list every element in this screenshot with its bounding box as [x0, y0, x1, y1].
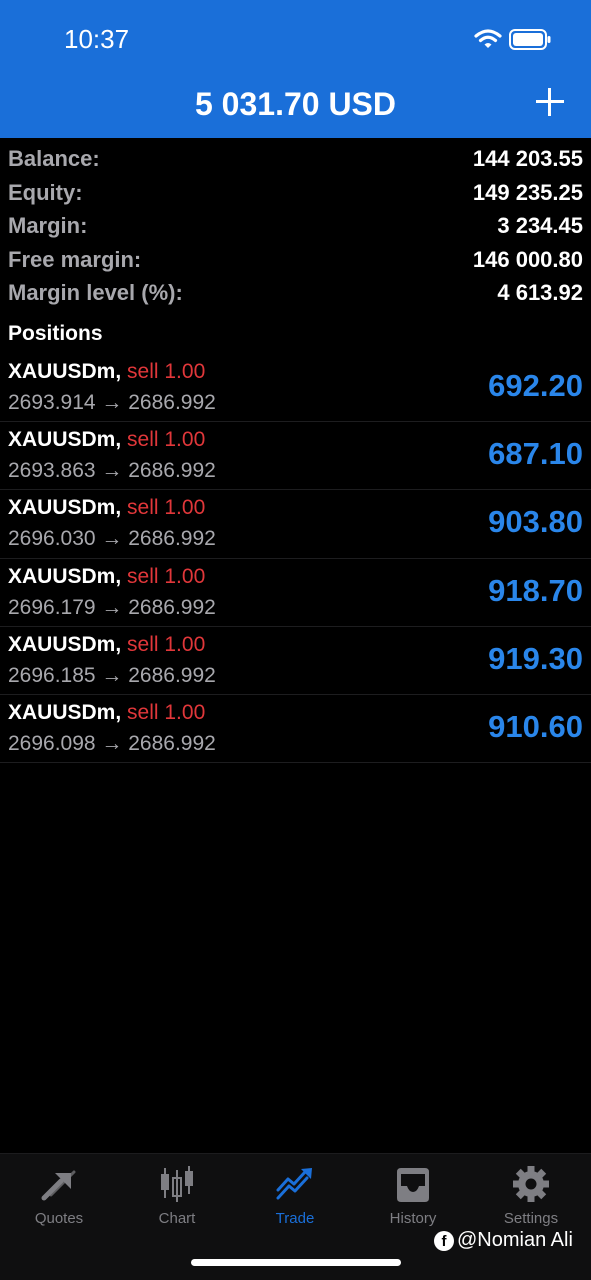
account-balance-title: 5 031.70 USD	[194, 86, 396, 122]
position-row[interactable]: XAUUSDm, sell 1.00 2696.030 → 2686.992 9…	[0, 490, 591, 559]
position-side: sell 1.00	[127, 360, 206, 383]
tab-label: History	[389, 1210, 437, 1227]
chart-icon	[161, 1166, 193, 1202]
summary-label: Equity:	[8, 179, 83, 205]
position-side: sell 1.00	[127, 564, 206, 588]
tab-label: Trade	[275, 1210, 315, 1227]
tab-trade[interactable]: Trade	[236, 1154, 354, 1244]
position-header: XAUUSDm, sell 1.00	[8, 701, 205, 725]
position-side: sell 1.00	[127, 496, 206, 520]
position-row[interactable]: XAUUSDm, sell 1.00 2693.863 → 2686.992 6…	[0, 422, 591, 491]
position-side: sell 1.00	[127, 700, 206, 724]
position-header: XAUUSDm, sell 1.00	[8, 633, 205, 657]
battery-icon	[509, 29, 551, 50]
position-side: sell 1.00	[127, 428, 206, 452]
summary-label: Free margin:	[8, 246, 142, 272]
summary-value: 4 613.92	[497, 280, 583, 305]
position-prices: 2693.914 → 2686.992	[8, 391, 216, 414]
summary-value: 3 234.45	[497, 213, 583, 238]
settings-icon	[513, 1166, 549, 1202]
position-symbol: XAUUSDm,	[8, 360, 122, 383]
position-profit: 918.70	[488, 572, 583, 608]
position-symbol: XAUUSDm,	[8, 632, 122, 656]
tab-chart[interactable]: Chart	[118, 1154, 236, 1244]
position-prices: 2693.863 → 2686.992	[8, 459, 216, 483]
status-time: 10:37	[64, 24, 130, 54]
position-header: XAUUSDm, sell 1.00	[8, 565, 205, 589]
wifi-icon	[474, 29, 502, 48]
position-prices: 2696.179 → 2686.992	[8, 595, 216, 619]
position-symbol: XAUUSDm,	[8, 700, 122, 724]
positions-list: XAUUSDm, sell 1.00 2693.914 → 2686.992 6…	[0, 354, 591, 764]
position-symbol: XAUUSDm,	[8, 496, 122, 520]
position-symbol: XAUUSDm,	[8, 564, 122, 588]
summary-value: 144 203.55	[472, 146, 583, 171]
tab-quotes[interactable]: Quotes	[0, 1154, 118, 1244]
position-header: XAUUSDm, sell 1.00	[8, 428, 205, 452]
summary-row-margin-level: Margin level (%): 4 613.92	[0, 276, 591, 310]
history-icon	[397, 1168, 429, 1202]
position-side: sell 1.00	[127, 632, 206, 656]
position-prices: 2696.030 → 2686.992	[8, 527, 216, 551]
position-row[interactable]: XAUUSDm, sell 1.00 2693.914 → 2686.992 6…	[0, 354, 591, 423]
position-profit: 910.60	[488, 708, 583, 744]
position-header: XAUUSDm, sell 1.00	[8, 496, 205, 520]
position-profit: 919.30	[488, 640, 583, 676]
top-bar: 10:37 5 031.70 USD	[0, 0, 591, 138]
summary-row-margin: Margin: 3 234.45	[0, 209, 591, 243]
position-row[interactable]: XAUUSDm, sell 1.00 2696.098 → 2686.992 9…	[0, 695, 591, 764]
position-symbol: XAUUSDm,	[8, 428, 122, 452]
quotes-icon	[41, 1170, 76, 1201]
position-prices: 2696.098 → 2686.992	[8, 731, 216, 755]
trade-icon	[276, 1168, 312, 1200]
summary-row-free-margin: Free margin: 146 000.80	[0, 243, 591, 277]
position-prices: 2696.185 → 2686.992	[8, 663, 216, 687]
position-profit: 903.80	[488, 504, 583, 540]
position-row[interactable]: XAUUSDm, sell 1.00 2696.185 → 2686.992 9…	[0, 627, 591, 695]
new-order-button[interactable]	[534, 86, 566, 118]
position-header: XAUUSDm, sell 1.00	[8, 360, 205, 384]
positions-heading: Positions	[8, 322, 103, 345]
watermark-text: @Nomian Ali	[457, 1229, 573, 1251]
tab-label: Chart	[158, 1210, 196, 1227]
account-summary: Balance: 144 203.55 Equity: 149 235.25 M…	[0, 142, 591, 310]
position-profit: 687.10	[488, 436, 583, 472]
facebook-icon: f	[434, 1230, 454, 1251]
tab-label: Quotes	[34, 1210, 84, 1227]
summary-row-balance: Balance: 144 203.55	[0, 142, 591, 176]
watermark: f @Nomian Ali	[434, 1229, 573, 1252]
summary-value: 149 235.25	[472, 179, 583, 205]
summary-row-equity: Equity: 149 235.25	[0, 176, 591, 210]
home-indicator[interactable]	[191, 1259, 401, 1266]
summary-label: Margin level (%):	[8, 280, 183, 305]
summary-value: 146 000.80	[472, 246, 583, 272]
position-row[interactable]: XAUUSDm, sell 1.00 2696.179 → 2686.992 9…	[0, 559, 591, 627]
tab-label: Settings	[503, 1210, 559, 1227]
summary-label: Margin:	[8, 213, 88, 238]
summary-label: Balance:	[8, 146, 100, 171]
position-profit: 692.20	[488, 368, 583, 403]
